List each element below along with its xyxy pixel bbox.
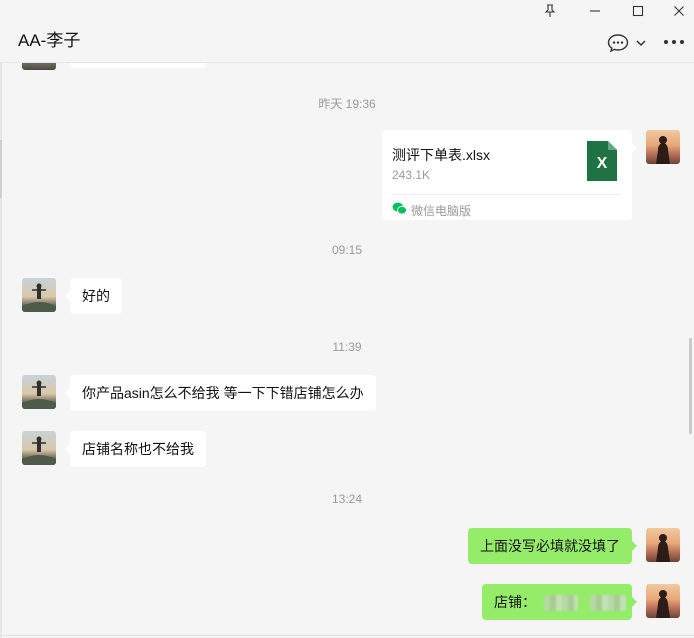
excel-icon-letter: X [596,155,608,172]
avatar-silhouette-icon [656,534,670,562]
message-bubble-self[interactable]: 店铺： [482,584,637,620]
contact-avatar[interactable] [22,63,56,70]
file-message-card[interactable]: 测评下单表.xlsx 243.1K X 微信电脑版 [382,130,637,220]
timestamp: 11:39 [332,340,362,354]
file-name: 测评下单表.xlsx [392,147,490,163]
more-icon [664,40,684,44]
message-bubble[interactable]: 你产品asin怎么不给我 等一下下错店铺怎么办 [65,375,376,411]
message-bubble[interactable]: 店铺名称也不给我 [65,431,206,467]
avatar-figure-icon [22,436,56,465]
file-size: 243.1K [392,168,431,182]
pin-button[interactable] [535,2,565,20]
chevron-down-icon [636,40,646,47]
self-avatar[interactable] [646,130,680,164]
close-button[interactable] [664,2,694,20]
maximize-button[interactable] [623,2,653,20]
minimize-icon [590,10,600,12]
contact-avatar[interactable] [22,278,56,312]
excel-icon: X [587,141,617,181]
chat-dropdown-button[interactable] [634,36,648,50]
divider [392,194,620,195]
pin-icon [544,4,556,17]
redacted-text [589,595,626,612]
redacted-text [543,595,578,612]
message-bubble-self[interactable]: 上面没写必填就没填了 [468,528,637,564]
more-options-button[interactable] [662,35,686,49]
maximize-icon [632,5,644,17]
self-avatar[interactable] [646,584,680,618]
chat-info-button[interactable] [606,33,630,53]
close-icon [674,6,684,16]
title-bar: AA-李子 [0,0,694,63]
avatar-figure-icon [22,283,56,312]
contact-avatar[interactable] [22,375,56,409]
message-bubble[interactable]: 好的 [65,278,122,314]
self-avatar[interactable] [646,528,680,562]
chat-bubble-icon [607,34,629,53]
chat-title: AA-李子 [18,31,81,50]
timestamp: 09:15 [331,243,363,257]
minimize-button[interactable] [580,2,610,20]
message-list[interactable]: 昨天 19:36 测评下单表.xlsx 243.1K X 微信电脑版 09:15 [0,63,694,638]
avatar-figure-icon [22,380,56,409]
timestamp: 13:24 [331,492,363,506]
scrollbar[interactable] [689,338,692,434]
avatar-silhouette-icon [656,590,670,618]
avatar-silhouette-icon [656,136,670,164]
file-source-label: 微信电脑版 [411,204,472,218]
wechat-icon [392,202,407,215]
timestamp: 昨天 19:36 [318,97,376,111]
contact-avatar[interactable] [22,431,56,465]
divider [0,635,694,636]
message-bubble-partial [70,63,206,68]
message-text: 店铺： [494,594,536,610]
